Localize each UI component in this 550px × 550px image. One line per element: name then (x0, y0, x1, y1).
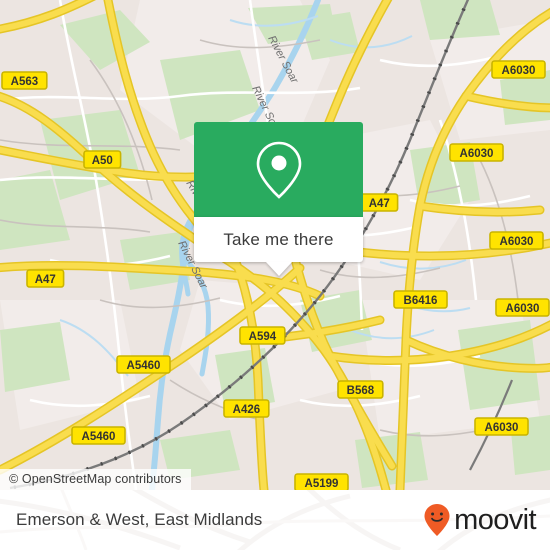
shield-label: A5460 (82, 431, 116, 443)
road-shield: A594 (239, 326, 286, 345)
road-shield: A5199 (294, 473, 349, 490)
shield-label: A5460 (127, 360, 161, 372)
road-shield: A6030 (491, 60, 546, 79)
shield-label: A50 (92, 155, 113, 167)
shield-label: A5199 (305, 478, 339, 490)
road-shield: A5460 (71, 426, 126, 445)
moovit-smiley-pin-icon (424, 504, 450, 536)
shield-label: A563 (11, 76, 39, 88)
shield-label: A6030 (500, 236, 534, 248)
road-shield: A6030 (474, 417, 529, 436)
shield-label: A6030 (460, 148, 494, 160)
shield-label: A426 (233, 404, 261, 416)
moovit-logo[interactable]: moovit (423, 503, 537, 537)
footer-bar: Emerson & West, East Midlands moovit (0, 490, 550, 550)
shield-label: B6416 (404, 295, 438, 307)
shield-label: A47 (369, 198, 390, 210)
road-shield: A5460 (116, 355, 171, 374)
shield-label: A594 (249, 331, 277, 343)
map-screenshot: River SoarRiver SoarRiver SoarRiver Soar… (0, 0, 550, 550)
shield-label: A6030 (506, 303, 540, 315)
popup-action-label: Take me there (223, 229, 334, 249)
shield-label: A47 (35, 274, 56, 286)
road-shield: A6030 (495, 298, 550, 317)
road-shield: A47 (360, 193, 399, 212)
location-pin-icon (256, 141, 301, 199)
shield-label: B568 (347, 385, 375, 397)
popup-header (194, 122, 363, 217)
road-shield: A426 (223, 399, 270, 418)
shield-label: A6030 (485, 422, 519, 434)
moovit-wordmark: moovit (454, 503, 536, 536)
popup-pointer (265, 262, 292, 276)
road-shield: A50 (83, 150, 122, 169)
take-me-there-button[interactable]: Take me there (194, 217, 363, 262)
road-shield: B568 (337, 380, 384, 399)
osm-attribution[interactable]: © OpenStreetMap contributors (0, 469, 191, 490)
road-shield: A47 (26, 269, 65, 288)
road-shield: B6416 (393, 290, 448, 309)
location-title: Emerson & West, East Midlands (16, 510, 263, 529)
location-popup[interactable]: Take me there (194, 122, 363, 276)
road-shield: A6030 (489, 231, 544, 250)
road-shield: A563 (1, 71, 48, 90)
shield-label: A6030 (502, 65, 536, 77)
road-shield: A6030 (449, 143, 504, 162)
